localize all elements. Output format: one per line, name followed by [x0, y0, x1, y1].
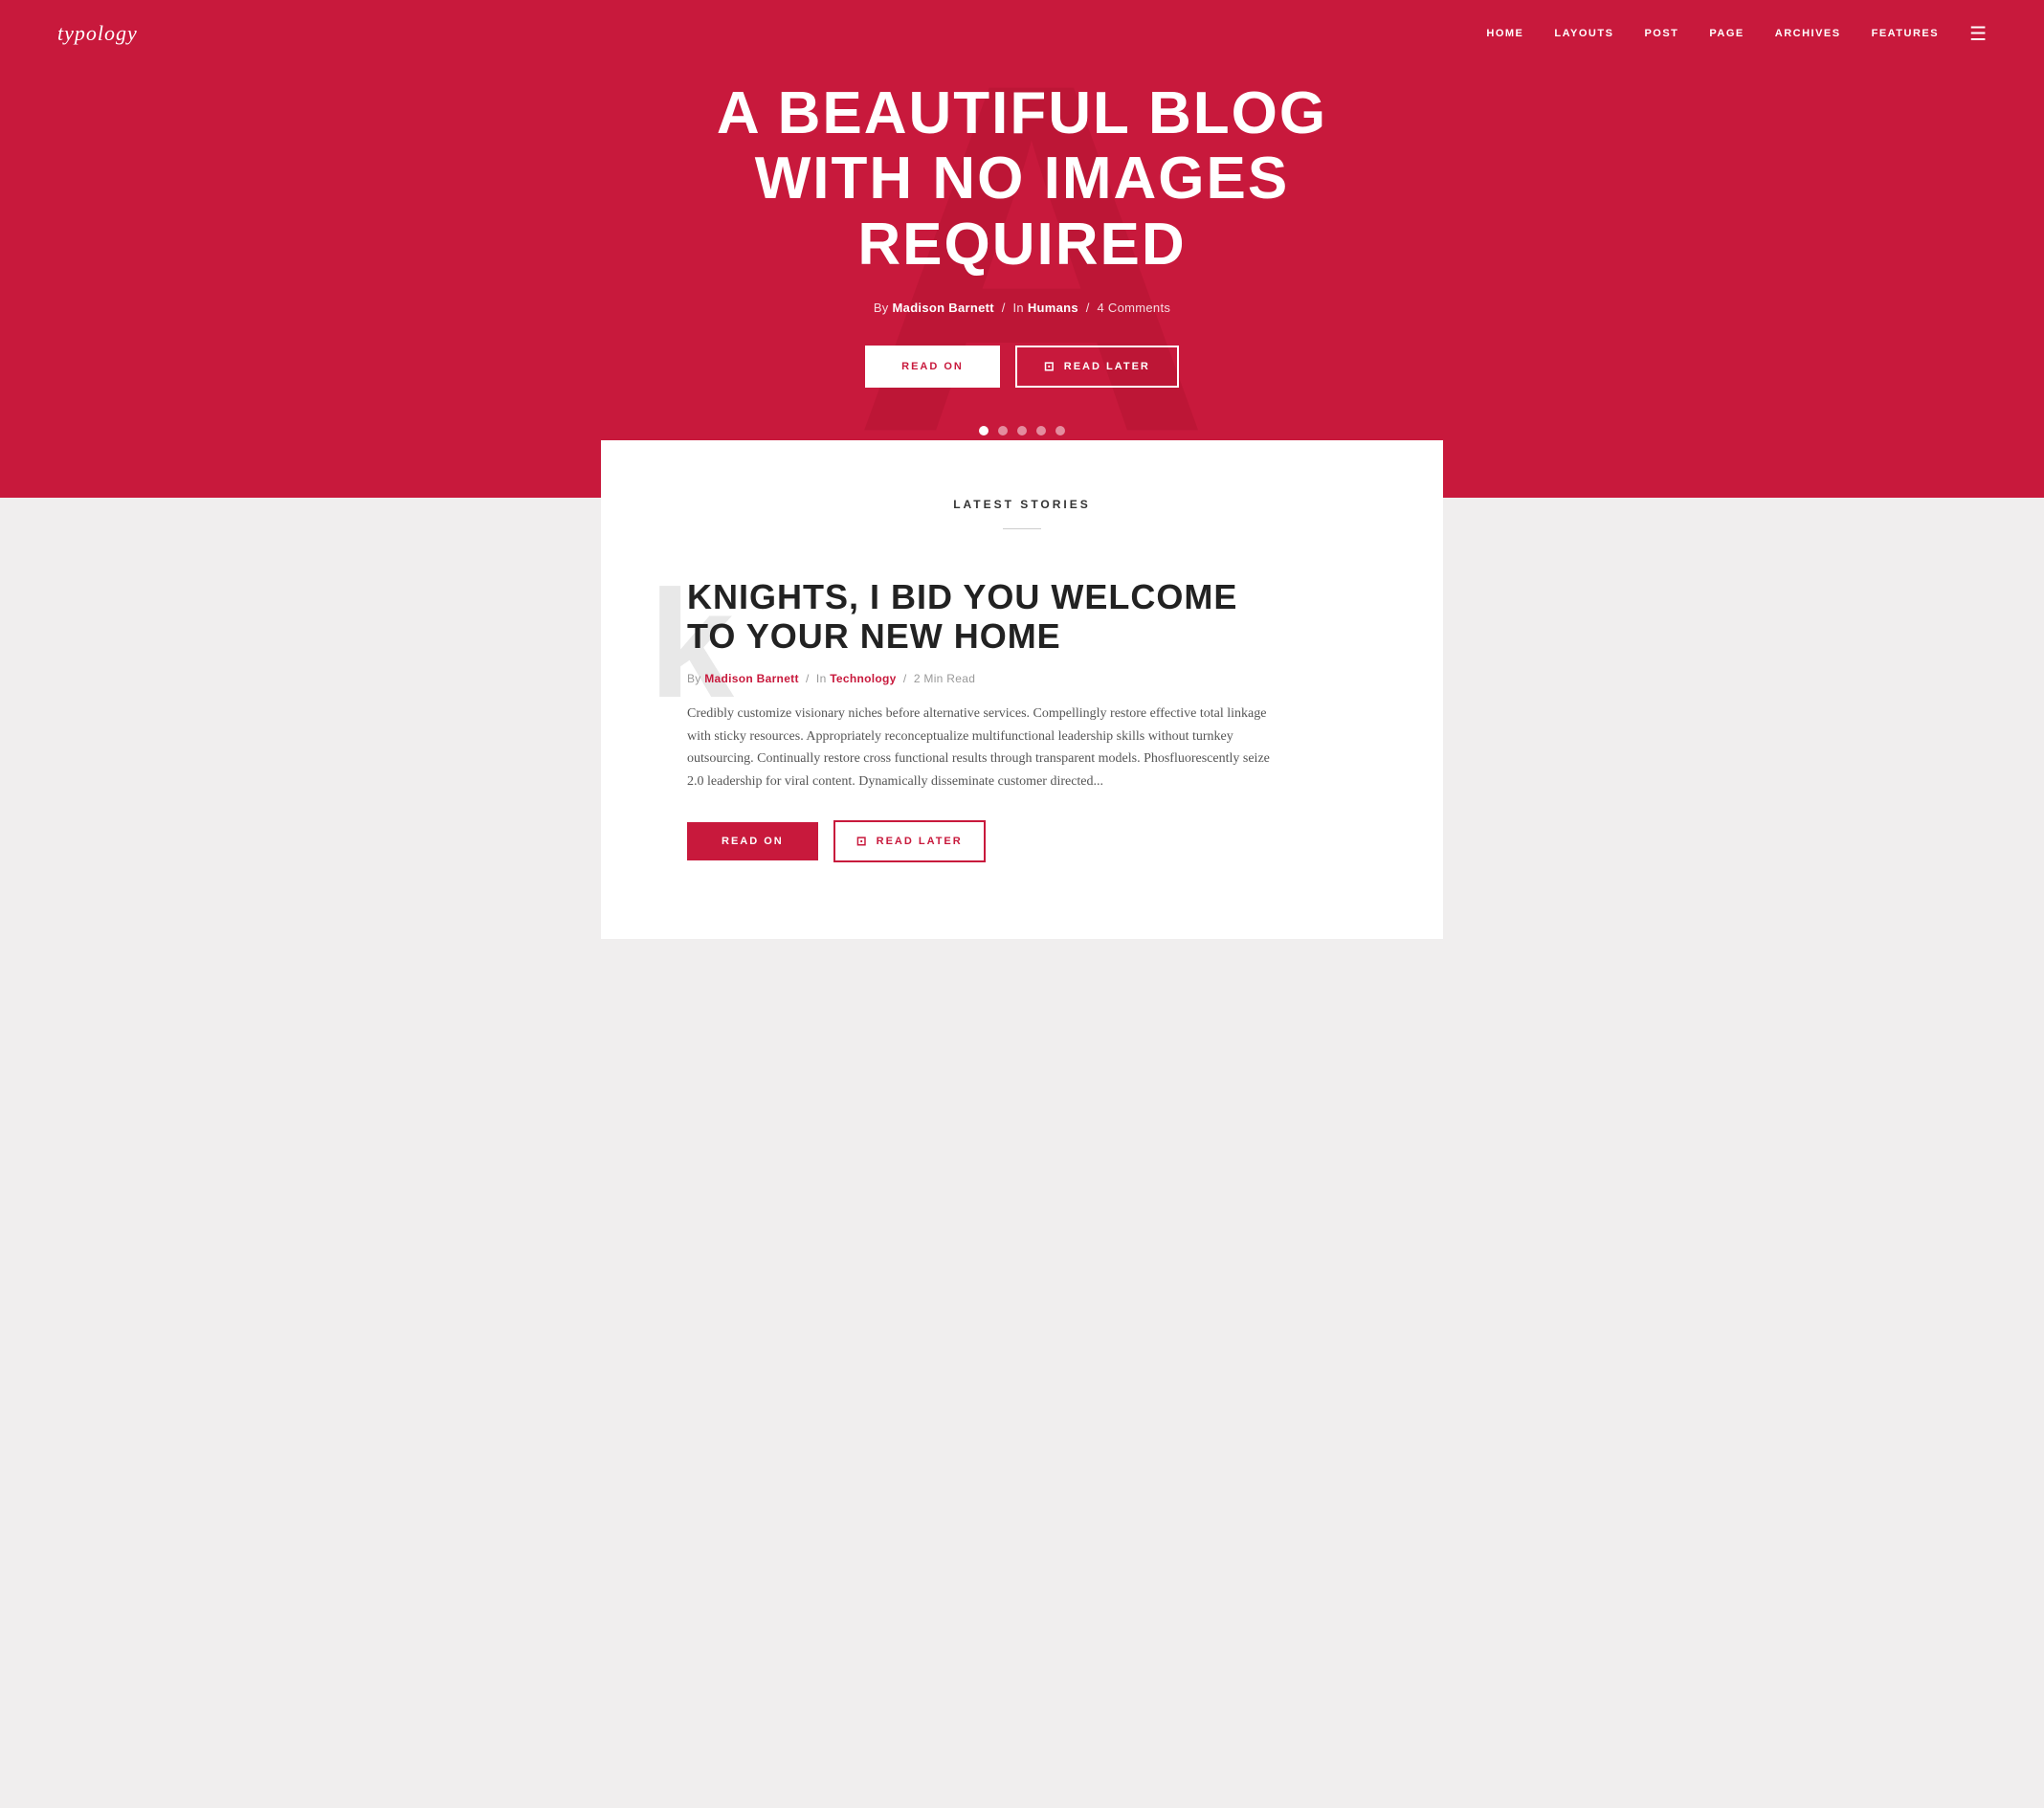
page-wrapper: LATEST STORIES k KNIGHTS, I BID YOU WELC…: [0, 498, 2044, 1073]
article-item: k KNIGHTS, I BID YOU WELCOME TO YOUR NEW…: [678, 577, 1366, 862]
nav-page[interactable]: PAGE: [1709, 28, 1744, 39]
hero-meta: By Madison Barnett / In Humans / 4 Comme…: [874, 301, 1170, 315]
nav-links: HOME LAYOUTS POST PAGE ARCHIVES FEATURES…: [1486, 22, 1987, 46]
hero-section: A A BEAUTIFUL BLOG WITH NO IMAGES REQUIR…: [0, 0, 2044, 498]
article-title: KNIGHTS, I BID YOU WELCOME TO YOUR NEW H…: [687, 577, 1261, 657]
article-bookmark-icon: [856, 834, 869, 849]
hero-read-later-button[interactable]: READ LATER: [1015, 346, 1179, 388]
site-logo[interactable]: typology: [57, 21, 138, 46]
article-read-later-button[interactable]: READ LATER: [833, 820, 986, 862]
dot-3[interactable]: [1017, 426, 1027, 435]
article-category-link[interactable]: Technology: [830, 672, 896, 685]
hero-by-label: By: [874, 301, 889, 315]
article-read-time: 2 Min Read: [914, 672, 975, 685]
hero-read-later-label: READ LATER: [1064, 361, 1150, 372]
dot-1[interactable]: [979, 426, 989, 435]
hero-title: A BEAUTIFUL BLOG WITH NO IMAGES REQUIRED: [630, 81, 1414, 278]
article-buttons: READ ON READ LATER: [687, 820, 1280, 862]
section-divider: [1003, 528, 1041, 529]
nav-archives[interactable]: ARCHIVES: [1775, 28, 1841, 39]
bookmark-icon: [1044, 359, 1056, 374]
dot-4[interactable]: [1036, 426, 1046, 435]
article-excerpt: Credibly customize visionary niches befo…: [687, 703, 1280, 793]
nav-home[interactable]: HOME: [1486, 28, 1523, 39]
hero-in-label: In: [1012, 301, 1023, 315]
hero-buttons: READ ON READ LATER: [865, 346, 1179, 388]
article-content: KNIGHTS, I BID YOU WELCOME TO YOUR NEW H…: [678, 577, 1280, 862]
article-read-on-button[interactable]: READ ON: [687, 822, 818, 860]
hero-category-link[interactable]: Humans: [1028, 301, 1078, 315]
hero-author-link[interactable]: Madison Barnett: [893, 301, 994, 315]
section-title: LATEST STORIES: [678, 498, 1366, 511]
dot-2[interactable]: [998, 426, 1008, 435]
main-nav: typology HOME LAYOUTS POST PAGE ARCHIVES…: [0, 0, 2044, 67]
nav-layouts[interactable]: LAYOUTS: [1554, 28, 1613, 39]
article-read-later-label: READ LATER: [877, 836, 963, 847]
dot-5[interactable]: [1055, 426, 1065, 435]
nav-post[interactable]: POST: [1644, 28, 1678, 39]
latest-stories-section: LATEST STORIES k KNIGHTS, I BID YOU WELC…: [601, 440, 1443, 939]
hamburger-icon[interactable]: ☰: [1969, 22, 1987, 46]
hero-comments: 4 Comments: [1097, 301, 1170, 315]
hero-read-on-button[interactable]: READ ON: [865, 346, 1000, 388]
article-meta: By Madison Barnett / In Technology / 2 M…: [687, 672, 1280, 685]
nav-features[interactable]: FEATURES: [1872, 28, 1939, 39]
hero-dots: [979, 426, 1065, 435]
article-author-link[interactable]: Madison Barnett: [704, 672, 799, 685]
